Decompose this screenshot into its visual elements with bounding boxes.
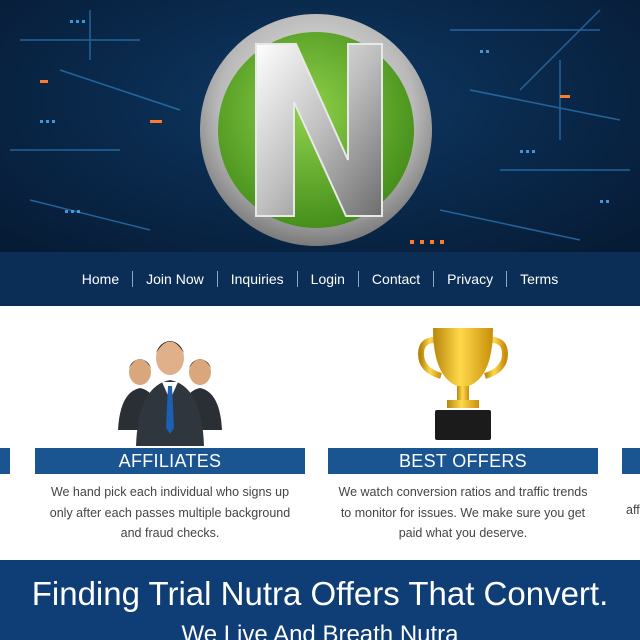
feature-description: We watch conversion ratios and traffic t… — [328, 482, 598, 544]
nutra-n-logo — [200, 14, 432, 246]
feature-ribbon-partial — [0, 448, 10, 474]
feature-desc-line: We watch conversion ratios and traffic t… — [338, 485, 588, 499]
feature-desc-line: paid what you deserve. — [398, 526, 528, 540]
nav-contact[interactable]: Contact — [359, 269, 433, 289]
nav-inquiries[interactable]: Inquiries — [218, 269, 297, 289]
feature-description: We hand pick each individual who signs u… — [35, 482, 305, 544]
feature-desc-line: only after each passes multiple backgrou… — [49, 505, 291, 520]
trophy-icon — [328, 320, 598, 448]
tagline-banner: Finding Trial Nutra Offers That Convert.… — [0, 560, 640, 640]
main-nav: Home Join Now Inquiries Login Contact Pr… — [0, 252, 640, 306]
nav-home[interactable]: Home — [69, 269, 132, 289]
feature-desc-line: and fraud checks. — [120, 526, 220, 540]
nav-join-now[interactable]: Join Now — [133, 269, 217, 289]
feature-title: AFFILIATES — [35, 448, 305, 474]
feature-desc-line: to monitor for issues. We make sure you … — [340, 505, 586, 520]
feature-desc-line: We hand pick each individual who signs u… — [50, 485, 290, 499]
nav-privacy[interactable]: Privacy — [434, 269, 506, 289]
feature-title: BEST OFFERS — [328, 448, 598, 474]
tagline-subline: We Live And Breath Nutra — [181, 621, 459, 640]
nav-terms[interactable]: Terms — [507, 269, 571, 289]
feature-desc-partial: aff — [626, 503, 640, 517]
features-section: AFFILIATES We hand pick each individual … — [0, 306, 640, 560]
feature-ribbon-partial — [622, 448, 640, 474]
feature-best-offers: BEST OFFERS We watch conversion ratios a… — [328, 306, 598, 560]
business-team-icon — [35, 320, 305, 448]
nav-login[interactable]: Login — [298, 269, 358, 289]
header-banner — [0, 0, 640, 252]
tagline-headline: Finding Trial Nutra Offers That Convert. — [31, 575, 609, 612]
feature-affiliates: AFFILIATES We hand pick each individual … — [35, 306, 305, 560]
